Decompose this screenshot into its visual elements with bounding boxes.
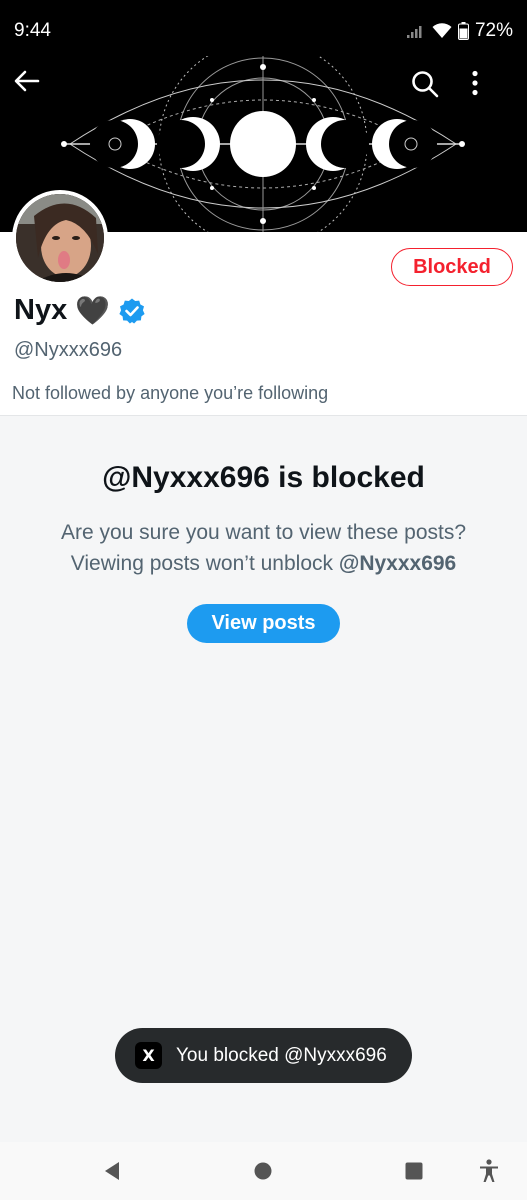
view-posts-button[interactable]: View posts bbox=[187, 604, 340, 643]
back-button[interactable] bbox=[14, 70, 58, 114]
toast-message: You blocked @Nyxxx696 bbox=[176, 1044, 387, 1066]
avatar[interactable] bbox=[12, 190, 108, 286]
name-row: Nyx 🖤 bbox=[14, 294, 146, 327]
wifi-icon bbox=[432, 23, 452, 38]
blocked-button[interactable]: Blocked bbox=[391, 248, 513, 286]
more-vertical-icon bbox=[472, 70, 478, 96]
status-icons: 72% bbox=[406, 20, 513, 42]
avatar-image bbox=[16, 194, 104, 282]
blocked-desc-line2: Viewing posts won’t unblock @Nyxxx696 bbox=[0, 548, 527, 579]
nav-recents-button[interactable] bbox=[399, 1156, 429, 1186]
verified-badge-icon[interactable] bbox=[118, 297, 146, 325]
toast-notification: X You blocked @Nyxxx696 bbox=[115, 1028, 412, 1083]
signal-icon bbox=[406, 26, 422, 38]
blocked-title: @Nyxxx696 is blocked bbox=[102, 461, 425, 494]
nav-accessibility-button[interactable] bbox=[474, 1156, 504, 1186]
battery-percent: 72% bbox=[474, 20, 513, 41]
recents-square-icon bbox=[405, 1162, 423, 1180]
accessibility-icon bbox=[480, 1159, 498, 1182]
display-name: Nyx bbox=[14, 294, 68, 326]
black-heart-emoji: 🖤 bbox=[75, 294, 111, 326]
followed-by-note: Not followed by anyone you’re following bbox=[12, 383, 329, 403]
blocked-description: Are you sure you want to view these post… bbox=[0, 517, 527, 579]
battery-icon bbox=[457, 22, 469, 40]
blocked-desc-handle: @Nyxxx696 bbox=[338, 552, 457, 575]
nav-back-button[interactable] bbox=[97, 1156, 127, 1186]
profile-header: Blocked Nyx 🖤 @Nyxxx696 Not followed by … bbox=[0, 190, 527, 416]
status-time: 9:44 bbox=[14, 20, 51, 41]
handle: @Nyxxx696 bbox=[14, 339, 123, 361]
more-options-button[interactable] bbox=[471, 70, 515, 114]
blocked-desc-prefix: Viewing posts won’t unblock bbox=[70, 552, 339, 575]
system-nav-bar bbox=[0, 1142, 527, 1200]
blocked-desc-line1: Are you sure you want to view these post… bbox=[60, 521, 467, 544]
search-button[interactable] bbox=[411, 70, 455, 114]
search-icon bbox=[412, 71, 439, 98]
back-triangle-icon bbox=[105, 1162, 119, 1180]
nav-home-button[interactable] bbox=[248, 1156, 278, 1186]
home-circle-icon bbox=[254, 1162, 272, 1180]
arrow-left-icon bbox=[14, 70, 40, 92]
x-logo-icon: X bbox=[135, 1042, 162, 1069]
status-bar: 9:44 72% bbox=[0, 0, 527, 56]
